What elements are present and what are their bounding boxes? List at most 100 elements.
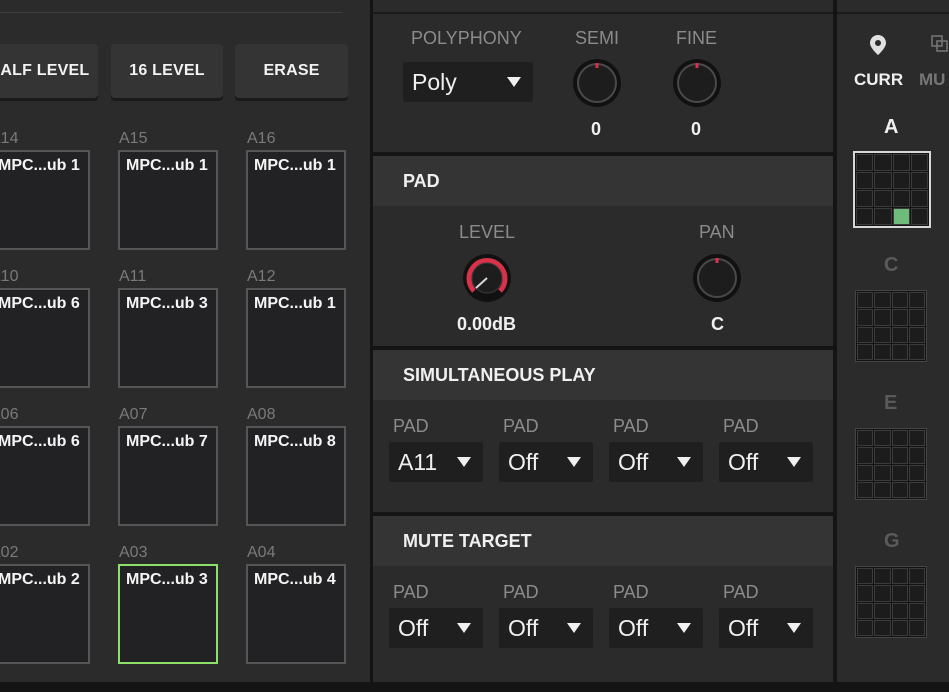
bank-pad-cell	[891, 619, 908, 636]
pad-a11[interactable]: MPC...ub 3	[118, 288, 218, 388]
bank-pad-cell	[856, 190, 874, 207]
bank-pad-cell	[874, 172, 892, 189]
fine-knob[interactable]	[671, 57, 723, 109]
mute-pad-dropdown-4[interactable]: Off	[719, 608, 813, 648]
chevron-down-icon	[457, 623, 471, 633]
bank-pad-cell	[908, 619, 925, 636]
bank-pad-cell	[908, 326, 925, 343]
bank-pad-cell	[857, 602, 874, 619]
sixteen-level-button[interactable]: 16 LEVEL	[111, 44, 223, 98]
pad-parameters-panel: POLYPHONY Poly SEMI 0 FINE 0 PAD LEVEL 0…	[373, 0, 833, 682]
chevron-down-icon	[567, 457, 581, 467]
pad-a02[interactable]: MPC...ub 2	[0, 564, 90, 664]
sim-pad-dropdown-2[interactable]: Off	[499, 442, 593, 482]
half-level-button[interactable]: HALF LEVEL	[0, 44, 98, 98]
bank-pad-cell	[874, 585, 891, 602]
dropdown-value: Off	[618, 614, 649, 641]
sixteen-level-label: 16 LEVEL	[129, 62, 205, 79]
mute-pad-label-2: PAD	[503, 582, 539, 602]
bank-pad-cell	[891, 481, 908, 498]
bank-pad-cell	[891, 292, 908, 309]
tab-current[interactable]: CURR	[854, 70, 903, 90]
level-value: 0.00dB	[457, 314, 517, 334]
dropdown-value: Off	[508, 448, 539, 475]
simultaneous-play-section: SIMULTANEOUS PLAY PAD PAD PAD PAD A11 Of…	[373, 350, 833, 512]
bank-pad-cell	[857, 464, 874, 481]
bank-pad-cell	[892, 172, 910, 189]
bank-pad-cell	[856, 208, 874, 225]
pad-a07[interactable]: MPC...ub 7	[118, 426, 218, 526]
sim-pad-dropdown-3[interactable]: Off	[609, 442, 703, 482]
active-pad-cell	[892, 208, 910, 225]
half-level-label: HALF LEVEL	[0, 62, 90, 79]
sim-pad-label-3: PAD	[613, 416, 649, 436]
dropdown-value: Off	[618, 448, 649, 475]
pad-a08[interactable]: MPC...ub 8	[246, 426, 346, 526]
pad-section-title: PAD	[403, 171, 440, 191]
mute-pad-dropdown-1[interactable]: Off	[389, 608, 483, 648]
polyphony-label: POLYPHONY	[411, 28, 522, 48]
pad-a10[interactable]: MPC...ub 6	[0, 288, 90, 388]
pad-a14[interactable]: MPC...ub 1	[0, 150, 90, 250]
voice-section: POLYPHONY Poly SEMI 0 FINE 0	[373, 0, 833, 152]
pad-label-a16: A16	[247, 130, 276, 147]
sim-pad-dropdown-1[interactable]: A11	[389, 442, 483, 482]
bank-e-grid[interactable]	[855, 428, 927, 500]
bank-pad-cell	[908, 430, 925, 447]
pad-a06[interactable]: MPC...ub 6	[0, 426, 90, 526]
bank-pad-cell	[910, 172, 928, 189]
map-pin-icon	[870, 35, 886, 55]
pad-sample-name: MPC...ub 4	[254, 571, 336, 588]
bank-pad-cell	[874, 481, 891, 498]
bank-g-grid[interactable]	[855, 566, 927, 638]
dropdown-value: Off	[398, 614, 429, 641]
pad-label-a06: A06	[0, 406, 19, 423]
pad-section: PAD LEVEL 0.00dB PAN C	[373, 156, 833, 346]
pan-knob[interactable]	[691, 252, 743, 304]
fine-value: 0	[691, 119, 702, 139]
dropdown-value: Off	[728, 614, 759, 641]
pad-label-a10: A10	[0, 268, 19, 285]
pad-sample-name: MPC...ub 1	[254, 295, 336, 312]
pad-label-a02: A02	[0, 544, 19, 561]
mute-pad-dropdown-2[interactable]: Off	[499, 608, 593, 648]
bank-pad-cell	[891, 309, 908, 326]
erase-button[interactable]: ERASE	[235, 44, 348, 98]
bank-panel: CURR MU A C E G	[837, 0, 949, 682]
bank-letter-a: A	[884, 116, 899, 138]
sim-pad-dropdown-4[interactable]: Off	[719, 442, 813, 482]
bank-pad-cell	[874, 208, 892, 225]
bank-pad-cell	[874, 343, 891, 360]
divider	[837, 12, 949, 14]
level-knob[interactable]	[461, 252, 513, 304]
pad-sample-name: MPC...ub 1	[126, 157, 208, 174]
bank-a-grid[interactable]	[853, 151, 931, 228]
pad-a12[interactable]: MPC...ub 1	[246, 288, 346, 388]
bank-pad-cell	[908, 343, 925, 360]
bank-pad-cell	[891, 343, 908, 360]
bank-pad-cell	[908, 481, 925, 498]
mute-target-section: MUTE TARGET PAD PAD PAD PAD Off Off Off …	[373, 516, 833, 682]
pad-sample-name: MPC...ub 1	[254, 157, 336, 174]
pad-a03-selected[interactable]: MPC...ub 3	[118, 564, 218, 664]
mute-target-header: MUTE TARGET	[373, 516, 833, 566]
bank-c-grid[interactable]	[855, 290, 927, 362]
bank-pad-cell	[874, 154, 892, 171]
bank-pad-cell	[908, 309, 925, 326]
bank-pad-cell	[874, 464, 891, 481]
polyphony-dropdown[interactable]: Poly	[403, 62, 533, 102]
pad-a15[interactable]: MPC...ub 1	[118, 150, 218, 250]
pad-a16[interactable]: MPC...ub 1	[246, 150, 346, 250]
bank-pad-cell	[891, 430, 908, 447]
mute-pad-dropdown-3[interactable]: Off	[609, 608, 703, 648]
pad-sample-name: MPC...ub 7	[126, 433, 208, 450]
pad-sample-name: MPC...ub 3	[126, 295, 208, 312]
pad-a04[interactable]: MPC...ub 4	[246, 564, 346, 664]
semi-knob[interactable]	[571, 57, 623, 109]
bank-pad-cell	[857, 309, 874, 326]
bank-pad-cell	[892, 190, 910, 207]
pan-value: C	[711, 314, 724, 334]
polyphony-value: Poly	[412, 68, 457, 95]
bank-letter-c: C	[884, 254, 899, 276]
tab-multi[interactable]: MU	[919, 70, 945, 90]
